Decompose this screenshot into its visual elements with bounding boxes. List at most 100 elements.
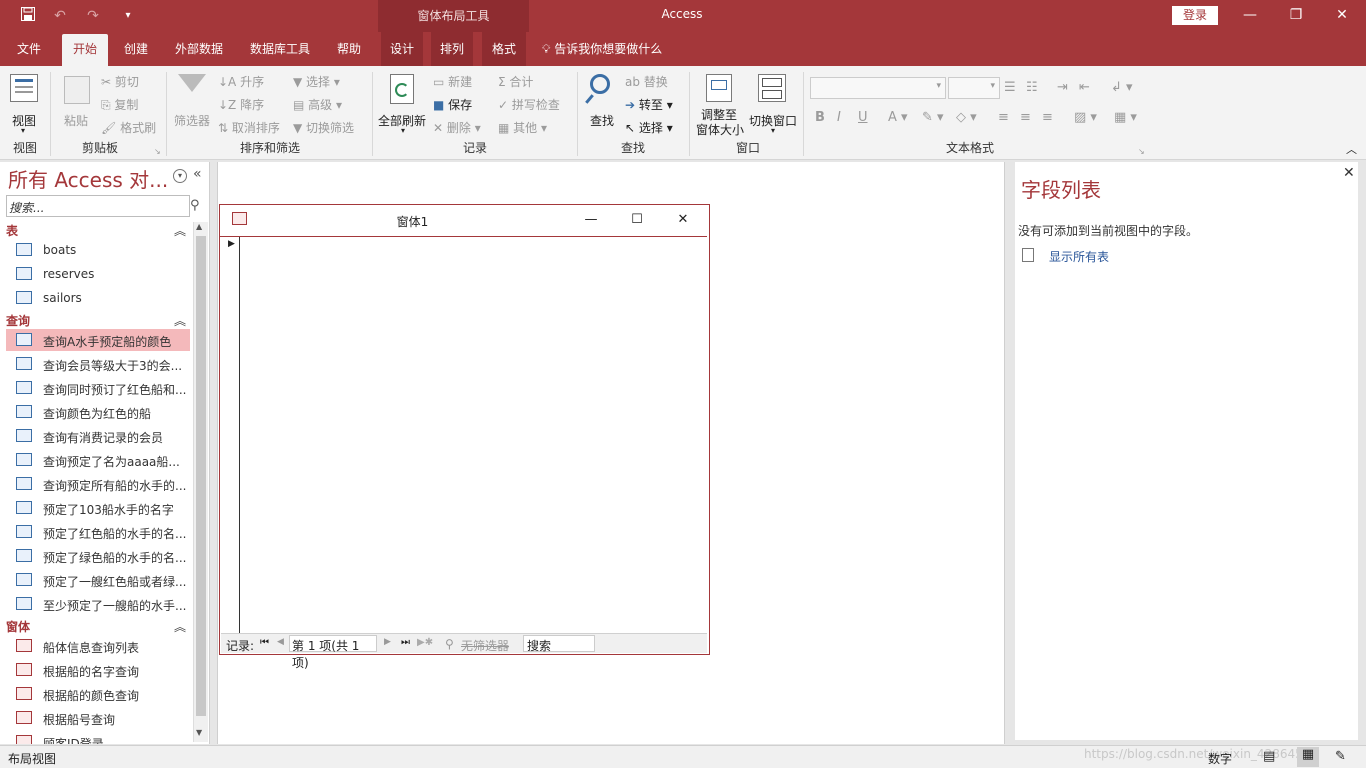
- layout-view-icon[interactable]: ▦: [1297, 747, 1319, 767]
- search-icon[interactable]: ⚲: [190, 198, 200, 213]
- list-item[interactable]: 预定了绿色船的水手的名...: [6, 545, 190, 567]
- minimize-icon[interactable]: —: [578, 209, 604, 231]
- selection-filter-button[interactable]: ▼ 选择 ▾: [293, 73, 340, 90]
- sort-descending-button[interactable]: ↓Z 降序: [218, 96, 264, 113]
- scroll-up-icon[interactable]: ▲: [196, 222, 202, 231]
- paste-button[interactable]: 粘贴: [60, 72, 94, 134]
- list-item[interactable]: 至少预定了一艘船的水手...: [6, 593, 190, 615]
- remove-sort-button[interactable]: ⇅ 取消排序: [218, 119, 280, 136]
- undo-icon[interactable]: ↶: [50, 6, 70, 26]
- list-item[interactable]: boats: [6, 239, 190, 261]
- refresh-all-button[interactable]: 全部刷新 ▾: [377, 72, 429, 138]
- advanced-filter-button[interactable]: ▤ 高级 ▾: [293, 96, 342, 113]
- previous-record-icon[interactable]: ◀: [277, 637, 284, 647]
- list-item[interactable]: 根据船号查询: [6, 707, 190, 729]
- form-view-icon[interactable]: ▤: [1263, 749, 1275, 764]
- collapse-ribbon-icon[interactable]: ︿: [1346, 141, 1357, 157]
- bold-button[interactable]: B: [815, 110, 825, 125]
- list-item[interactable]: 预定了红色船的水手的名...: [6, 521, 190, 543]
- tab-design[interactable]: 设计: [381, 32, 423, 66]
- design-view-icon[interactable]: ✎: [1335, 749, 1346, 764]
- nav-pane-title[interactable]: 所有 Access 对...: [8, 164, 168, 193]
- bullets-icon[interactable]: ☰: [1004, 80, 1016, 95]
- font-size-select[interactable]: ▾: [948, 77, 1000, 99]
- list-item[interactable]: 查询预定所有船的水手的...: [6, 473, 190, 495]
- save-record-button[interactable]: ■ 保存: [433, 96, 472, 113]
- tab-external-data[interactable]: 外部数据: [166, 32, 232, 66]
- filter-status-label[interactable]: 无筛选器: [461, 637, 509, 654]
- list-item[interactable]: 顾客ID登录: [6, 731, 190, 744]
- font-color-icon[interactable]: A ▾: [888, 110, 908, 125]
- align-center-icon[interactable]: ≡: [1020, 110, 1031, 125]
- signin-button[interactable]: 登录: [1172, 6, 1218, 25]
- list-item[interactable]: 查询会员等级大于3的会...: [6, 353, 190, 375]
- list-item[interactable]: 查询颜色为红色的船: [6, 401, 190, 423]
- align-left-icon[interactable]: ≡: [998, 110, 1009, 125]
- italic-button[interactable]: I: [837, 110, 841, 125]
- last-record-icon[interactable]: ⏭: [401, 637, 410, 648]
- fill-color-icon[interactable]: ◇ ▾: [956, 110, 977, 125]
- numbering-icon[interactable]: ☷: [1026, 80, 1038, 95]
- size-to-fit-button[interactable]: 调整至 窗体大小: [696, 72, 744, 142]
- view-button[interactable]: 视图 ▾: [8, 72, 42, 135]
- copy-button[interactable]: ⎘ 复制: [101, 96, 138, 113]
- indent-increase-icon[interactable]: ⇥: [1057, 80, 1068, 95]
- list-item[interactable]: 查询同时预订了红色船和...: [6, 377, 190, 399]
- record-selector[interactable]: ▶: [220, 237, 240, 633]
- sort-ascending-button[interactable]: ↓A 升序: [218, 73, 264, 90]
- scroll-thumb[interactable]: [196, 236, 206, 716]
- redo-icon[interactable]: ↷: [83, 6, 103, 26]
- tell-me-box[interactable]: 💡︎ 告诉我你想要做什么: [542, 32, 662, 66]
- next-record-icon[interactable]: ▶: [384, 637, 391, 647]
- show-all-tables-link[interactable]: 显示所有表: [1049, 248, 1109, 265]
- underline-button[interactable]: U: [858, 110, 868, 125]
- list-item[interactable]: 预定了103船水手的名字: [6, 497, 190, 519]
- delete-record-button[interactable]: ✕ 删除 ▾: [433, 119, 481, 136]
- first-record-icon[interactable]: ⏮: [260, 637, 269, 648]
- close-icon[interactable]: ✕: [1343, 166, 1357, 180]
- filter-button[interactable]: 筛选器: [172, 72, 212, 134]
- spelling-button[interactable]: ✓ 拼写检查: [498, 96, 560, 113]
- dialog-launcher-icon[interactable]: ↘: [154, 147, 161, 156]
- form-title-bar[interactable]: 窗体1 — ☐ ✕: [220, 205, 709, 235]
- tab-create[interactable]: 创建: [114, 32, 158, 66]
- list-item[interactable]: reserves: [6, 263, 190, 285]
- cut-button[interactable]: ✂ 剪切: [101, 73, 139, 90]
- save-icon[interactable]: [18, 6, 38, 26]
- list-item[interactable]: 预定了一艘红色船或者绿...: [6, 569, 190, 591]
- toggle-filter-button[interactable]: ▼ 切换筛选: [293, 119, 354, 136]
- tab-file[interactable]: 文件: [6, 32, 52, 66]
- new-record-icon[interactable]: ▶✱: [417, 637, 433, 648]
- collapse-pane-icon[interactable]: «: [193, 166, 202, 182]
- totals-button[interactable]: Σ 合计: [498, 73, 533, 90]
- tab-help[interactable]: 帮助: [328, 32, 370, 66]
- form-body[interactable]: ▶: [220, 236, 707, 633]
- conditional-format-icon[interactable]: ▨ ▾: [1074, 110, 1097, 125]
- restore-icon[interactable]: ❐: [1273, 0, 1319, 32]
- list-item[interactable]: 查询有消费记录的会员: [6, 425, 190, 447]
- align-right-icon[interactable]: ≡: [1042, 110, 1053, 125]
- maximize-icon[interactable]: ☐: [624, 209, 650, 231]
- customize-icon[interactable]: ▾: [118, 6, 138, 26]
- minimize-icon[interactable]: —: [1227, 0, 1273, 32]
- tab-database-tools[interactable]: 数据库工具: [242, 32, 318, 66]
- highlight-icon[interactable]: ✎ ▾: [922, 110, 944, 125]
- switch-windows-button[interactable]: 切换窗口 ▾: [748, 72, 798, 138]
- paragraph-direction-icon[interactable]: ↲ ▾: [1111, 80, 1133, 95]
- font-name-select[interactable]: ▾: [810, 77, 946, 99]
- gridlines-icon[interactable]: ▦ ▾: [1114, 110, 1137, 125]
- more-button[interactable]: ▦ 其他 ▾: [498, 119, 547, 136]
- nav-scrollbar[interactable]: ▲ ▼: [193, 222, 208, 742]
- tab-format[interactable]: 格式: [482, 32, 526, 66]
- list-item[interactable]: 船体信息查询列表: [6, 635, 190, 657]
- dialog-launcher-icon[interactable]: ↘: [1138, 147, 1145, 156]
- close-icon[interactable]: ✕: [670, 209, 696, 231]
- nav-search-input[interactable]: 搜索...: [6, 195, 190, 217]
- record-search-input[interactable]: 搜索: [523, 635, 595, 653]
- list-item[interactable]: sailors: [6, 287, 190, 309]
- list-item[interactable]: 根据船的颜色查询: [6, 683, 190, 705]
- close-icon[interactable]: ✕: [1319, 0, 1365, 32]
- tab-home[interactable]: 开始: [62, 34, 108, 66]
- new-record-button[interactable]: ▭ 新建: [433, 73, 472, 90]
- nav-menu-icon[interactable]: ▾: [173, 169, 187, 183]
